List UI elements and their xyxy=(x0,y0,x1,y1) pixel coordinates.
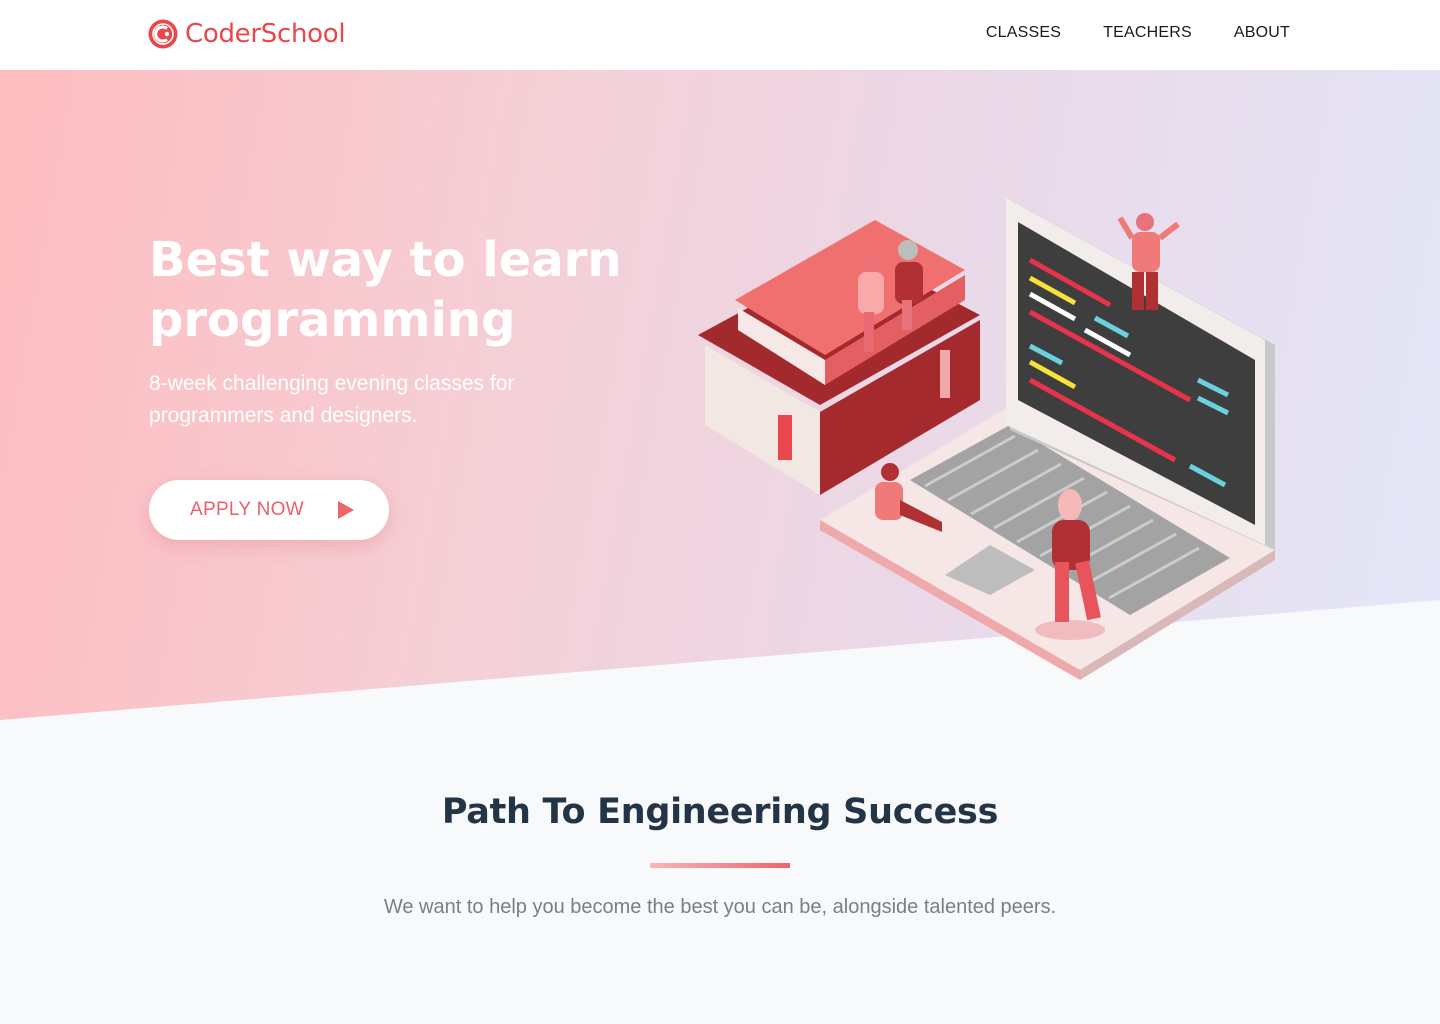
nav-about[interactable]: ABOUT xyxy=(1234,24,1290,42)
apply-now-button[interactable]: APPLY NOW xyxy=(149,480,389,540)
isometric-laptop-books-people-illustration xyxy=(698,198,1275,680)
brand-logo[interactable]: CoderSchool xyxy=(148,19,346,49)
site-header: CoderSchool CLASSES TEACHERS ABOUT xyxy=(0,0,1440,70)
coderschool-logo-icon xyxy=(148,19,178,49)
brand-name: CoderSchool xyxy=(185,19,346,49)
section-title: Path To Engineering Success xyxy=(441,792,999,832)
hero-title: Best way to learn programming xyxy=(149,232,622,348)
nav-classes[interactable]: CLASSES xyxy=(986,24,1061,42)
main-nav: CLASSES TEACHERS ABOUT xyxy=(986,24,1290,42)
hero-subtitle: 8-week challenging evening classes for p… xyxy=(149,372,515,427)
accent-divider xyxy=(650,863,790,868)
nav-teachers[interactable]: TEACHERS xyxy=(1103,24,1192,42)
section-subtitle: We want to help you become the best you … xyxy=(383,896,1057,918)
play-arrow-icon xyxy=(338,501,354,519)
apply-now-label: APPLY NOW xyxy=(190,499,304,520)
